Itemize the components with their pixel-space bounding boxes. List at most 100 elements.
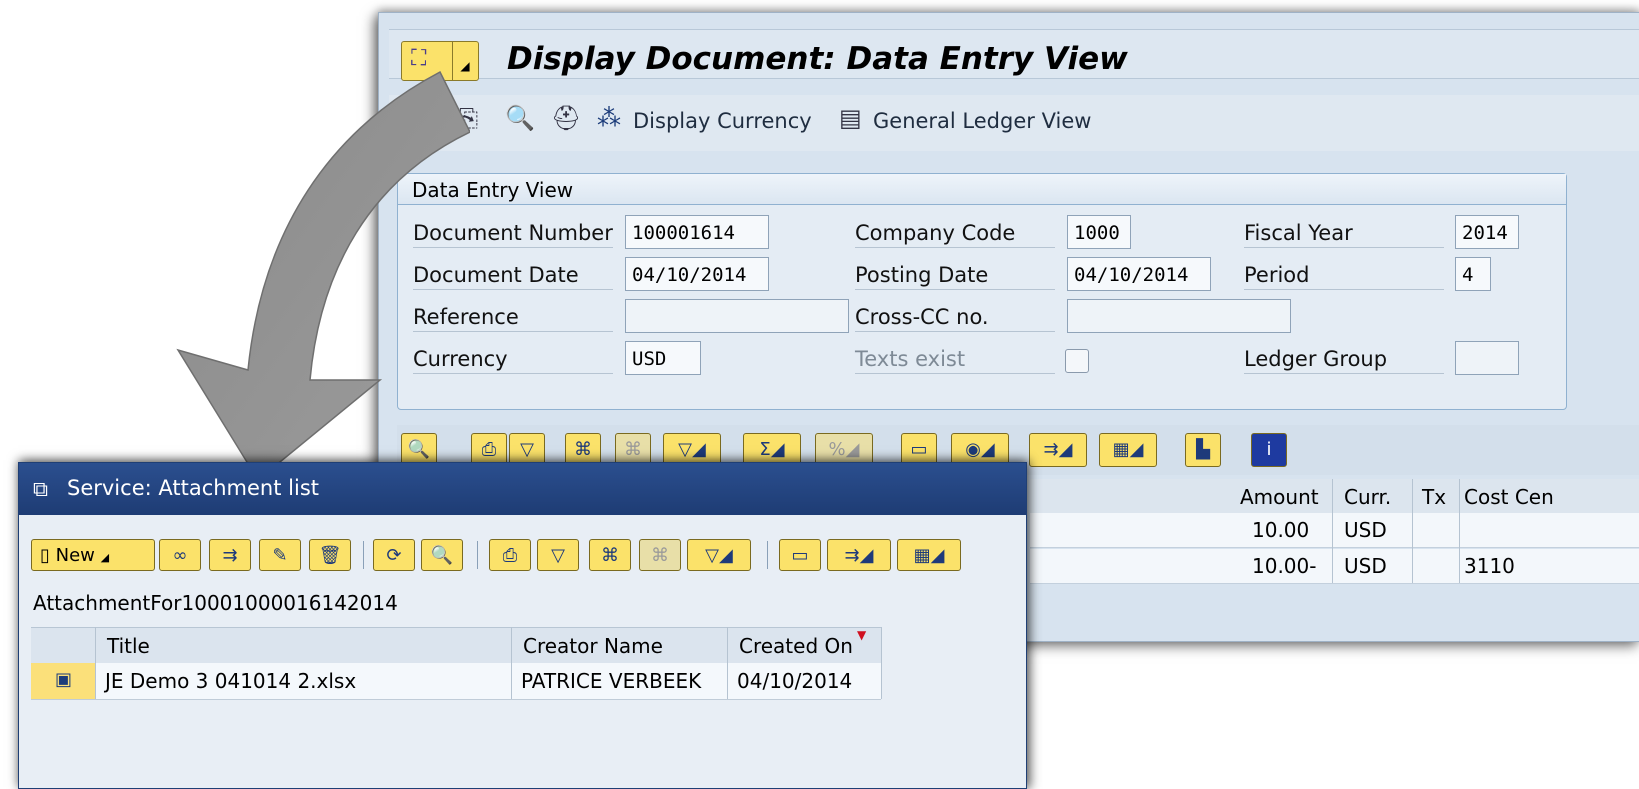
export-button[interactable]: ⇉◢ <box>1029 433 1087 467</box>
display-button[interactable]: ∞ <box>159 539 201 571</box>
reference-field[interactable] <box>625 299 849 333</box>
data-entry-group: Data Entry View <box>397 173 1567 410</box>
layout-button[interactable]: ▦◢ <box>897 539 961 571</box>
document-icon: ▣ <box>55 669 73 690</box>
ledger-group-field[interactable] <box>1455 341 1519 375</box>
print-icon: ⎙ <box>481 439 497 460</box>
export-icon: ⇉ <box>222 545 238 566</box>
column-cost-center[interactable]: Cost Cen <box>1464 485 1554 509</box>
layout-button[interactable]: ▦◢ <box>1099 433 1157 467</box>
page-title: Display Document: Data Entry View <box>507 41 1128 77</box>
print-preview-button[interactable]: ▭ <box>779 539 821 571</box>
table-row[interactable]: 10.00- USD 3110 <box>1030 549 1639 584</box>
filter-icon: ▽ <box>520 439 534 460</box>
info-button[interactable]: i <box>1251 433 1287 467</box>
search-icon[interactable]: 🔍 <box>505 104 535 132</box>
dialog-title-bar: ⧉ Service: Attachment list <box>19 463 1026 515</box>
find-icon: ⌘ <box>574 439 592 460</box>
created-on-cell: 04/10/2014 <box>737 669 853 693</box>
line-item-header: Amount Curr. Tx Cost Cen <box>1030 479 1639 514</box>
dialog-icon: ⧉ <box>33 477 48 501</box>
row-selector[interactable]: ▣ <box>31 663 95 699</box>
attachment-folder-label: AttachmentFor10001000016142014 <box>33 591 398 615</box>
refresh-button[interactable]: ⟳ <box>373 539 415 571</box>
delete-icon: 🗑 <box>318 545 342 566</box>
toolbar-separator <box>363 541 364 569</box>
display-currency-button[interactable]: Display Currency <box>633 109 812 133</box>
edit-icon: ✎ <box>272 545 288 566</box>
set-filter-button[interactable]: ▽◢ <box>687 539 751 571</box>
find-button[interactable]: ⌘ <box>589 539 631 571</box>
find-next-icon: ⌘ <box>651 545 669 566</box>
cross-cc-field[interactable] <box>1067 299 1291 333</box>
new-button-label: New <box>55 545 95 566</box>
export-button[interactable]: ⇉ <box>209 539 251 571</box>
edit-button[interactable]: ✎ <box>259 539 301 571</box>
document-icon: ▭ <box>910 439 928 460</box>
find-icon: ⌘ <box>601 545 619 566</box>
delete-button[interactable]: 🗑 <box>309 539 351 571</box>
posting-date-field[interactable]: 04/10/2014 <box>1067 257 1211 291</box>
group-header: Data Entry View <box>398 174 1566 205</box>
general-ledger-view-button[interactable]: General Ledger View <box>873 109 1091 133</box>
find-next-button[interactable]: ⌘ <box>639 539 681 571</box>
column-divider <box>511 627 512 699</box>
chevron-down-icon: ◢ <box>100 551 110 564</box>
hat-icon[interactable]: ⛑ <box>551 104 581 132</box>
attachment-list-dialog: ⧉ Service: Attachment list ▯ New ◢ ∞ ⇉ ✎… <box>18 462 1027 789</box>
column-divider <box>1332 479 1333 583</box>
document-date-field[interactable]: 04/10/2014 <box>625 257 769 291</box>
table-row[interactable]: 10.00 USD <box>1030 513 1639 548</box>
views-icon: ◉◢ <box>965 439 995 460</box>
find-next-icon: ⌘ <box>624 439 642 460</box>
amount-cell: 10.00- <box>1252 554 1317 578</box>
column-tax[interactable]: Tx <box>1422 485 1446 509</box>
texts-exist-checkbox[interactable] <box>1065 349 1089 373</box>
ledger-icon: ▤ <box>839 104 862 132</box>
attachment-table-header: Title Creator Name Created On ▼ <box>31 627 881 665</box>
fiscal-year-field[interactable]: 2014 <box>1455 215 1519 249</box>
fiscal-year-label: Fiscal Year <box>1244 221 1444 248</box>
company-code-label: Company Code <box>855 221 1055 248</box>
cross-cc-label: Cross-CC no. <box>855 305 1055 332</box>
filter-icon: ▽◢ <box>705 545 733 566</box>
details-button[interactable]: 🔍 <box>421 539 463 571</box>
sort-indicator-icon: ▼ <box>857 628 867 642</box>
display-currency-icon: ⁂ <box>597 104 621 132</box>
document-number-field[interactable]: 100001614 <box>625 215 769 249</box>
layout-icon: ▦◢ <box>1112 439 1144 460</box>
print-button[interactable]: ⎙ <box>489 539 531 571</box>
ledger-group-label: Ledger Group <box>1244 347 1444 374</box>
filter-button[interactable]: ▽ <box>537 539 579 571</box>
new-button[interactable]: ▯ New ◢ <box>31 539 155 571</box>
document-icon: ▭ <box>791 545 809 566</box>
toolbar-separator <box>477 541 478 569</box>
column-divider <box>95 627 96 699</box>
title-cell[interactable]: JE Demo 3 041014 2.xlsx <box>105 669 356 693</box>
graphic-button[interactable]: ▙ <box>1185 433 1221 467</box>
document-icon: ▯ <box>40 545 50 566</box>
company-code-field[interactable]: 1000 <box>1067 215 1131 249</box>
print-icon: ⎙ <box>502 545 518 566</box>
currency-cell: USD <box>1344 554 1387 578</box>
column-divider <box>727 627 728 699</box>
period-field[interactable]: 4 <box>1455 257 1491 291</box>
export-menu-button[interactable]: ⇉◢ <box>827 539 891 571</box>
column-divider <box>1459 479 1460 583</box>
column-created-on[interactable]: Created On <box>739 634 853 658</box>
curved-arrow-graphic <box>176 70 470 480</box>
column-currency[interactable]: Curr. <box>1344 485 1391 509</box>
info-icon: i <box>1266 439 1272 460</box>
sum-icon: Σ◢ <box>759 439 785 460</box>
search-icon: 🔍 <box>430 545 454 566</box>
period-label: Period <box>1244 263 1444 290</box>
column-creator-name[interactable]: Creator Name <box>523 634 663 658</box>
refresh-icon: ⟳ <box>386 545 402 566</box>
filter-icon: ▽◢ <box>678 439 706 460</box>
column-divider <box>881 627 882 699</box>
export-icon: ⇉◢ <box>844 545 874 566</box>
column-amount[interactable]: Amount <box>1240 485 1319 509</box>
currency-field[interactable]: USD <box>625 341 701 375</box>
column-title[interactable]: Title <box>107 634 150 658</box>
chart-icon: ▙ <box>1196 439 1210 460</box>
